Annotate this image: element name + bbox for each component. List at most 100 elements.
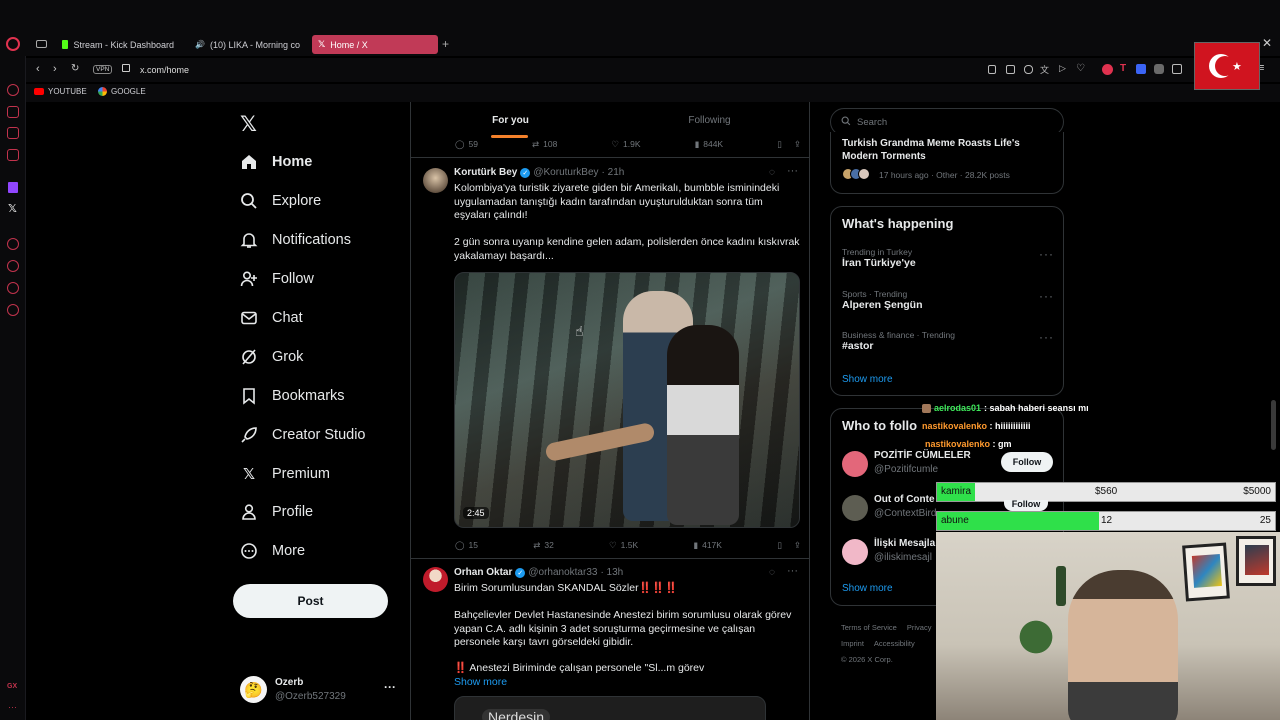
nav-more[interactable]: More — [240, 536, 305, 566]
player-icon[interactable] — [7, 238, 19, 250]
opera-logo-icon[interactable] — [6, 37, 20, 51]
nav-premium[interactable]: 𝕏 Premium — [240, 459, 330, 489]
tweet[interactable]: Orhan Oktar ✓ @orhanoktar33 · 13h ◌ ··· … — [411, 559, 809, 720]
scrollbar[interactable] — [1271, 400, 1276, 450]
tab-youtube[interactable]: 🔊 (10) LIKA - Morning co — [184, 35, 306, 54]
like-button[interactable]: ♡ 1.9K — [611, 137, 640, 151]
nav-notifications[interactable]: Notifications — [240, 225, 351, 255]
follow-button[interactable]: Follow — [1001, 452, 1053, 472]
views-button[interactable]: ▮ 844K — [695, 137, 724, 151]
trend-more-icon[interactable]: ··· — [1039, 247, 1054, 261]
tab-for-you[interactable]: For you — [411, 102, 610, 138]
bookmark-google[interactable]: GOOGLE — [98, 87, 146, 96]
extension-t-icon[interactable]: T — [1120, 63, 1126, 74]
url-field[interactable]: x.com/home — [140, 65, 189, 75]
avatar — [423, 567, 448, 592]
nav-home[interactable]: Home — [240, 147, 312, 177]
aria-icon[interactable] — [7, 84, 19, 96]
notes-icon[interactable] — [7, 127, 19, 139]
tweet-text-continued: 2 gün sonra uyanıp kendine gelen adam, p… — [454, 236, 800, 262]
translate-icon[interactable]: 文 — [1040, 63, 1049, 76]
nav-creator-studio[interactable]: Creator Studio — [240, 420, 366, 450]
tweet-more-icon[interactable]: ··· — [787, 165, 798, 177]
repost-button[interactable]: ⇄ 32 — [533, 538, 554, 552]
footer-link[interactable]: Imprint — [841, 636, 864, 652]
vpn-badge[interactable]: VPN — [93, 65, 113, 74]
forward-icon[interactable]: › — [53, 63, 57, 75]
gx-icon[interactable]: GX — [7, 683, 17, 690]
snapshot-icon[interactable] — [1006, 65, 1015, 74]
tweet-media-preview[interactable]: Nerdesin — [454, 696, 766, 720]
messenger-icon[interactable] — [7, 149, 19, 161]
shield-icon[interactable] — [1024, 65, 1033, 74]
tab-overview-icon[interactable] — [36, 40, 47, 48]
grok-tweet-icon[interactable]: ◌ — [769, 567, 775, 578]
twitch-icon[interactable] — [8, 182, 18, 193]
nav-profile[interactable]: Profile — [240, 497, 313, 527]
heart-icon[interactable]: ♡ — [1076, 63, 1085, 74]
tweet-video[interactable]: 2:45 ☝ — [454, 272, 800, 528]
views-button[interactable]: ▮ 417K — [693, 538, 722, 552]
like-button[interactable]: ♡ 1.5K — [609, 538, 638, 552]
footer-link[interactable]: Privacy — [907, 620, 932, 636]
news-card[interactable]: Turkish Grandma Meme Roasts Life's Moder… — [830, 132, 1064, 194]
puzzle-icon[interactable] — [1172, 64, 1182, 74]
tab-kick[interactable]: Stream - Kick Dashboard — [56, 35, 180, 54]
extension-grid-icon[interactable] — [1136, 64, 1146, 74]
reply-button[interactable]: ◯ 59 — [455, 137, 478, 151]
goal-bar-abune: abune 12 25 — [936, 511, 1276, 531]
more-rail-icon[interactable]: ··· — [8, 702, 17, 712]
nav-follow[interactable]: Follow — [240, 264, 314, 294]
trend-item[interactable]: Business & finance · Trending #astor ··· — [842, 330, 1054, 360]
back-icon[interactable]: ‹ — [36, 63, 40, 75]
x-sidebar-icon[interactable]: 𝕏 — [8, 202, 17, 215]
goal-bar-kamira: kamira $560 $5000 — [936, 482, 1276, 502]
tweet[interactable]: Korutürk Bey ✓ @KoruturkBey · 21h ◌ ··· … — [411, 158, 809, 558]
footer-link[interactable]: Accessibility — [874, 636, 915, 652]
extensions-icon[interactable] — [7, 282, 19, 294]
nav-explore[interactable]: Explore — [240, 186, 321, 216]
trend-item[interactable]: Sports · Trending Alperen Şengün ··· — [842, 289, 1054, 319]
trend-item[interactable]: Trending in Turkey İran Türkiye'ye ··· — [842, 247, 1054, 277]
account-switcher[interactable]: 🤔 Ozerb @Ozerb527329 ··· — [240, 675, 400, 707]
follow-button-partial[interactable]: Follow — [1004, 500, 1048, 511]
close-window-icon[interactable]: ✕ — [1262, 36, 1272, 50]
x-logo-icon[interactable]: 𝕏 — [240, 112, 257, 137]
new-tab-button[interactable]: + — [442, 37, 449, 51]
footer-link[interactable]: Terms of Service — [841, 620, 897, 636]
trend-more-icon[interactable]: ··· — [1039, 330, 1054, 344]
previous-tweet-actions: ◯ 59 ⇄ 108 ♡ 1.9K ▮ 844K ▯ ⇪ — [455, 137, 801, 151]
account-more-icon[interactable]: ··· — [384, 680, 396, 694]
turkey-flag-image: ★ — [1194, 42, 1260, 90]
tab-x-home[interactable]: 𝕏 Home / X — [312, 35, 438, 54]
extension-car-icon[interactable] — [1154, 64, 1164, 74]
show-more-link[interactable]: Show more — [842, 583, 893, 594]
webcam-overlay — [936, 532, 1280, 720]
tweet-more-icon[interactable]: ··· — [787, 565, 798, 577]
workspace-icon[interactable] — [7, 106, 19, 118]
bookmark-tweet-button[interactable]: ▯ ⇪ — [777, 538, 801, 552]
history-icon[interactable] — [7, 260, 19, 272]
nav-chat[interactable]: Chat — [240, 303, 303, 333]
settings-icon[interactable] — [7, 304, 19, 316]
verified-badge-icon: ✓ — [515, 567, 526, 578]
show-more-link[interactable]: Show more — [454, 676, 507, 688]
trend-more-icon[interactable]: ··· — [1039, 289, 1054, 303]
pin-icon[interactable] — [988, 65, 996, 74]
mail-icon — [240, 309, 258, 327]
reply-button[interactable]: ◯ 15 — [455, 538, 478, 552]
tab-following[interactable]: Following — [610, 102, 809, 138]
nav-bookmarks[interactable]: Bookmarks — [240, 381, 345, 411]
send-icon[interactable]: ▷ — [1059, 63, 1066, 74]
streamer-image — [1068, 570, 1178, 720]
bookmark-tweet-button[interactable]: ▯ ⇪ — [777, 137, 801, 151]
nav-grok[interactable]: Grok — [240, 342, 303, 372]
grok-tweet-icon[interactable]: ◌ — [769, 167, 775, 178]
bookmark-youtube[interactable]: YOUTUBE — [34, 87, 87, 96]
repost-button[interactable]: ⇄ 108 — [532, 137, 557, 151]
x-icon: 𝕏 — [318, 39, 326, 49]
reload-icon[interactable]: ↻ — [71, 63, 79, 74]
show-more-link[interactable]: Show more — [842, 374, 893, 385]
post-button[interactable]: Post — [233, 584, 388, 618]
adblock-icon[interactable] — [1102, 64, 1113, 75]
